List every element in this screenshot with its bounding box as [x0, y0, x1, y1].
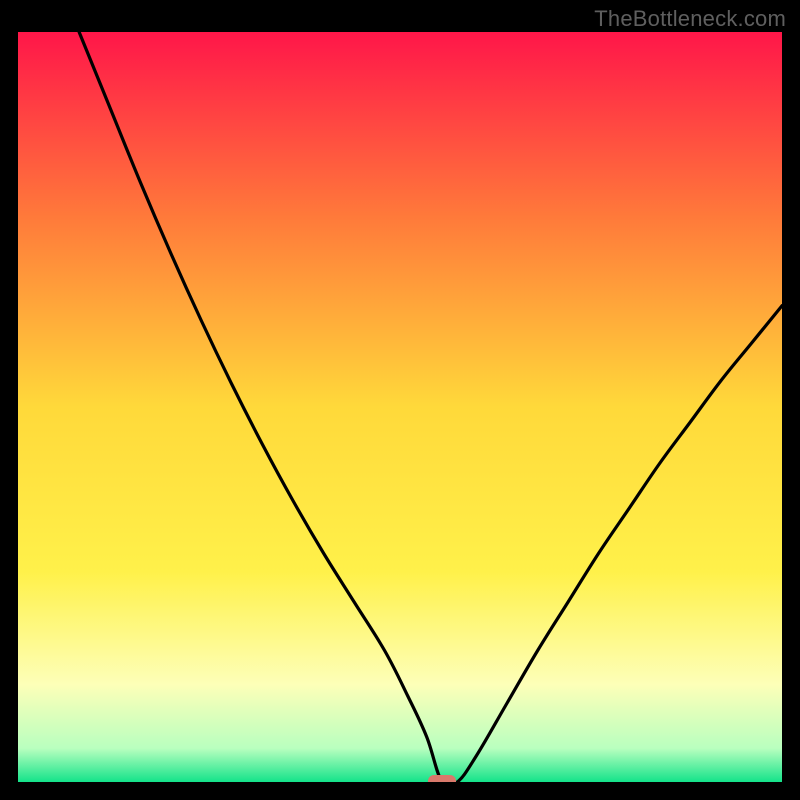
chart-svg [18, 32, 782, 782]
chart-frame: TheBottleneck.com [0, 0, 800, 800]
optimal-marker [428, 775, 456, 782]
plot-area [18, 32, 782, 782]
chart-background [18, 32, 782, 782]
watermark-text: TheBottleneck.com [594, 6, 786, 32]
